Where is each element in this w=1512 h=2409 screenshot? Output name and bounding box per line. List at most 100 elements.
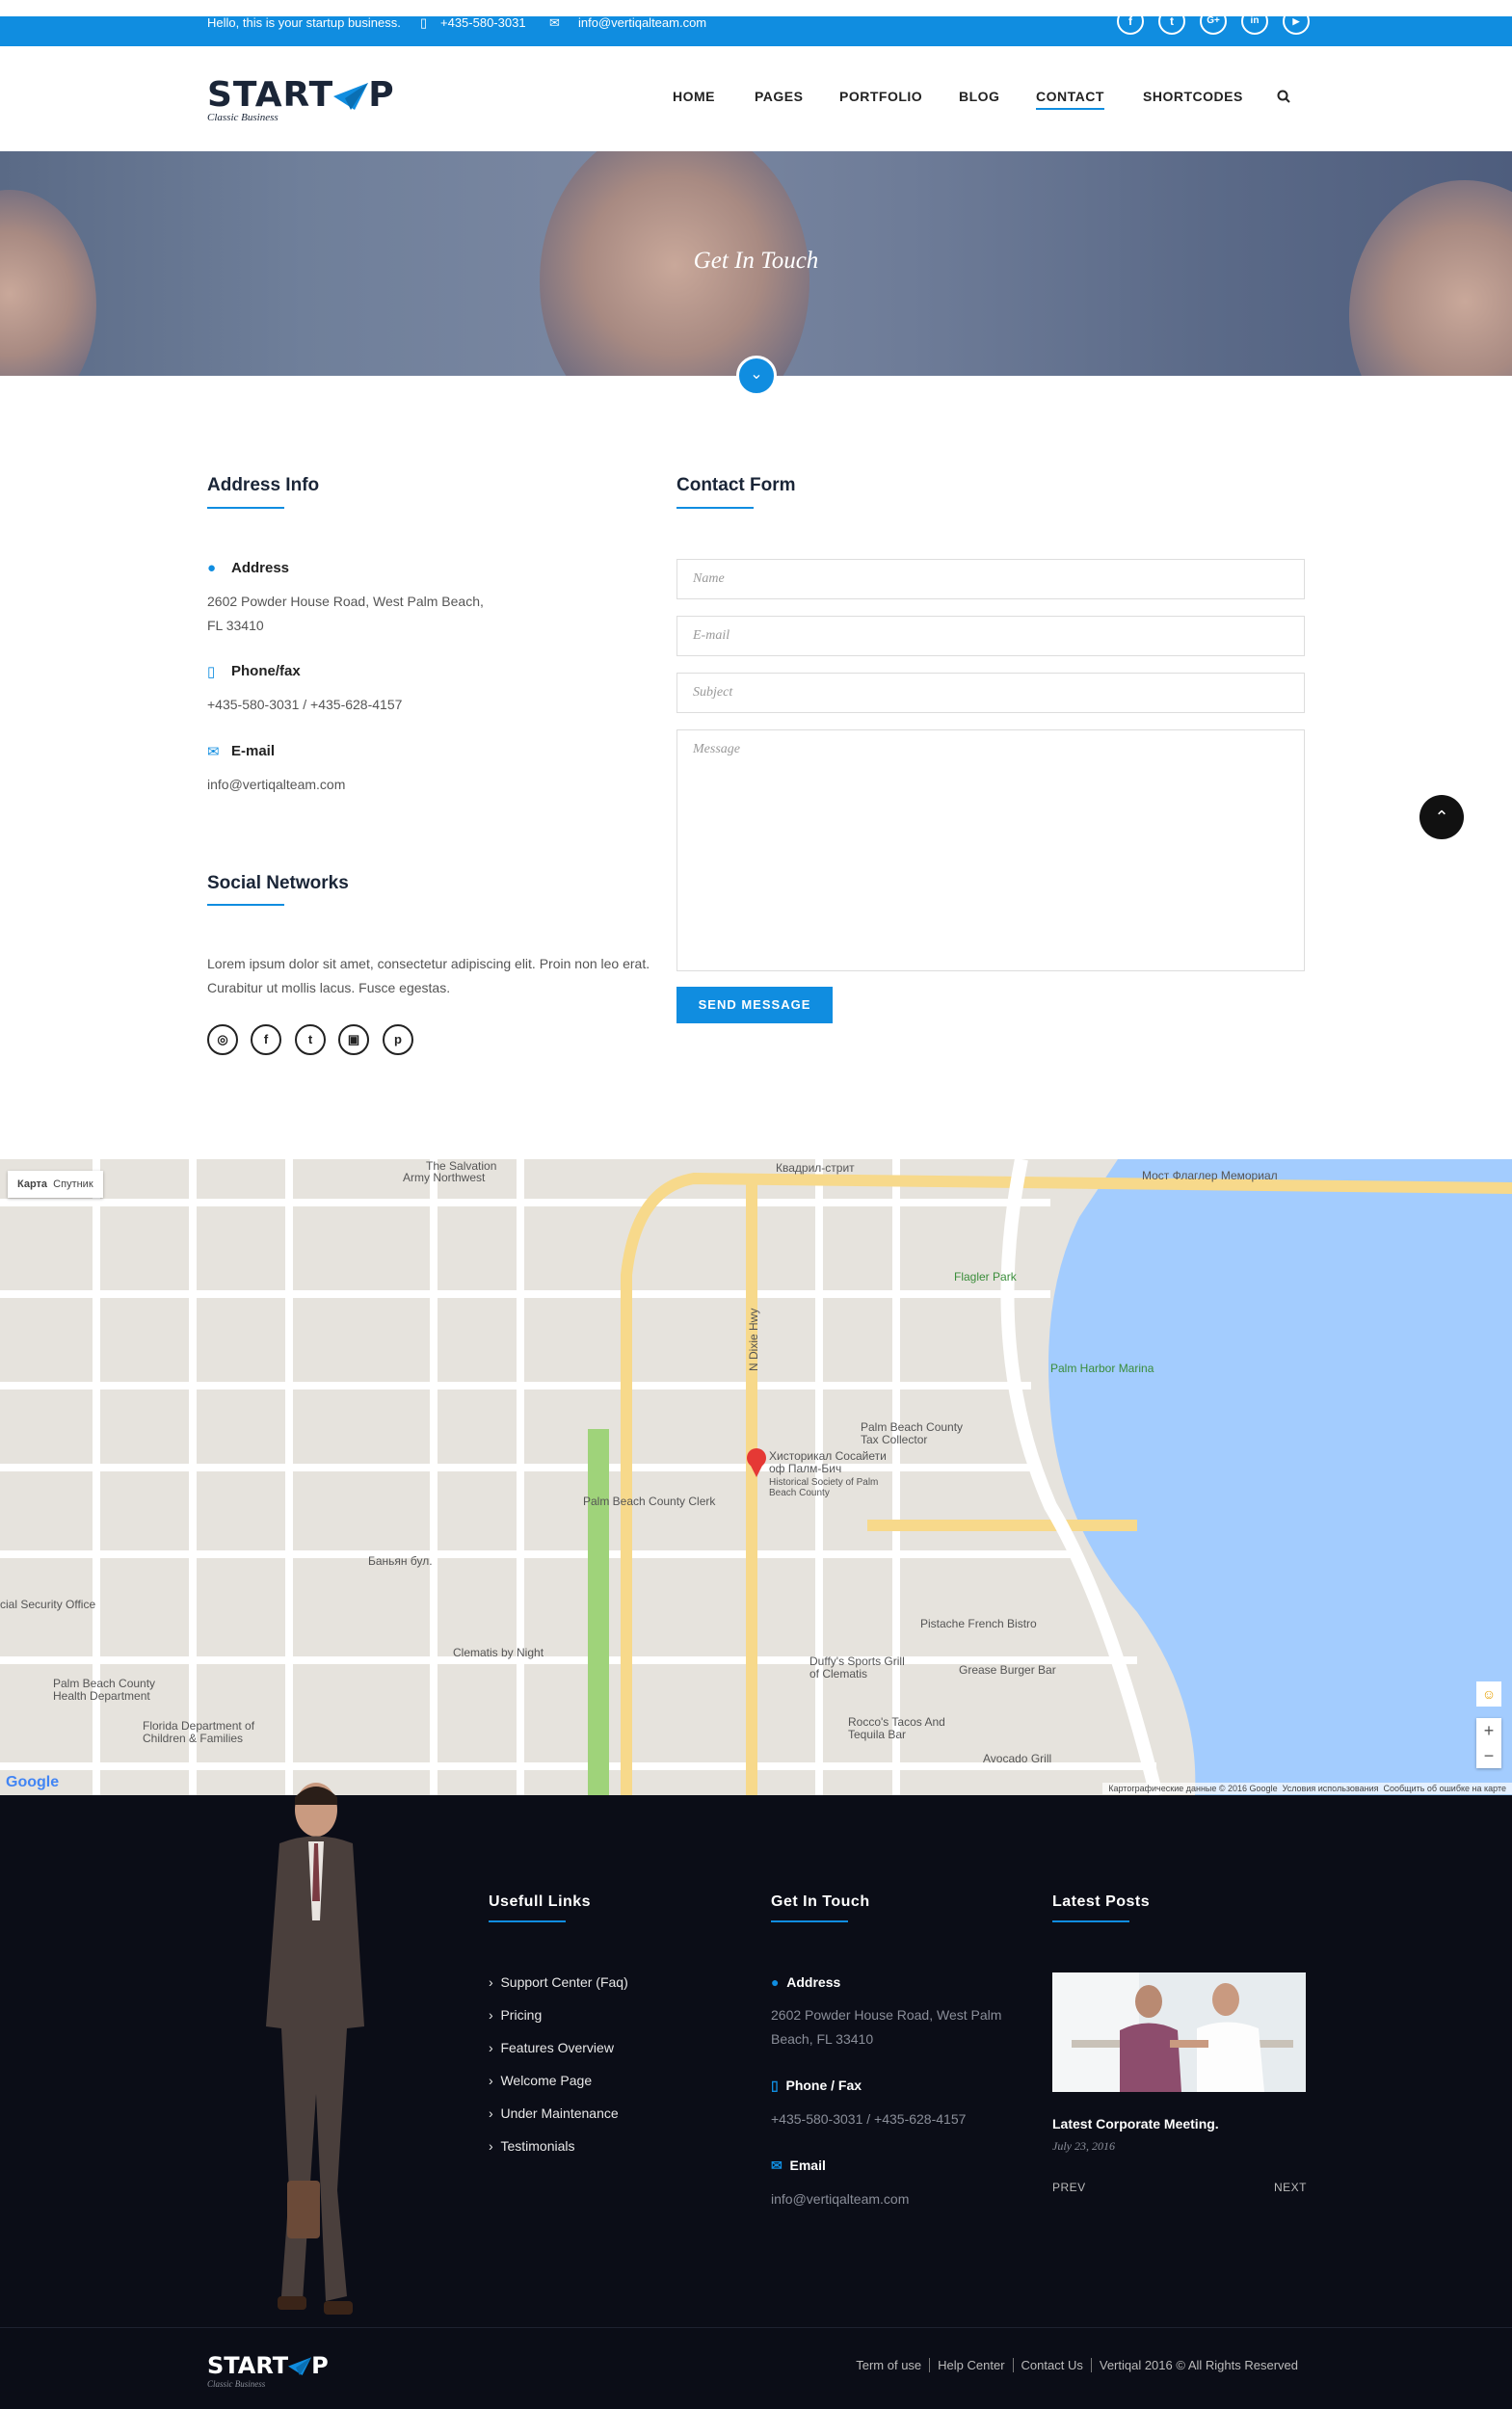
twitter-icon[interactable]: t [1158,8,1185,35]
footer-phone: +435-580-3031 / +435-628-4157 [771,2111,967,2127]
tagline: Hello, this is your startup business. [207,15,401,30]
footer-logo-word: START [207,2352,289,2379]
logo[interactable]: START P Classic Business [207,75,395,123]
footer-logo-tagline: Classic Business [207,2379,266,2389]
nav-shortcodes[interactable]: SHORTCODES [1143,89,1243,104]
footer-phone-label: ▯ Phone / Fax [771,2078,862,2094]
footer-address: 2602 Powder House Road, West Palm Beach,… [771,2007,1002,2047]
mail-icon: ✉ [771,2158,790,2173]
nav-blog[interactable]: BLOG [959,89,999,104]
social-networks-text: Lorem ipsum dolor sit amet, consectetur … [207,956,650,995]
logo-word-tail: P [368,75,395,115]
footer-link-label[interactable]: Features Overview [500,2040,613,2055]
footer-logo-word-tail: P [311,2352,329,2379]
footer-link[interactable]: › Testimonials [489,2138,574,2154]
map-terms-link[interactable]: Условия использования [1283,1784,1379,1793]
youtube-icon[interactable]: ▶ [1283,8,1310,35]
zoom-in-button[interactable]: + [1476,1718,1501,1743]
map-type-control[interactable]: Карта Спутник [8,1171,103,1198]
social-networks-title: Social Networks [207,873,349,893]
zoom-out-button[interactable]: − [1476,1743,1501,1768]
title-underline [207,507,284,509]
map-type-map[interactable]: Карта [17,1178,47,1190]
facebook-icon[interactable]: f [1117,8,1144,35]
search-icon[interactable] [1277,90,1290,103]
latest-post-title[interactable]: Latest Corporate Meeting. [1052,2116,1219,2131]
footer-address-label-text: Address [786,1974,841,1990]
map-label: Баньян бул. [368,1554,433,1568]
send-message-button[interactable]: SEND MESSAGE [676,987,833,1023]
phone-text: +435-580-3031 / +435-628-4157 [207,697,403,712]
chevron-right-icon: › [489,2105,501,2121]
header: START P Classic Business HOME PAGES PORTF… [0,46,1512,151]
chevron-right-icon: › [489,2007,501,2023]
footer-logo[interactable]: START P Classic Business [207,2352,329,2389]
hero-banner: Get In Touch [0,151,1512,376]
map-label: Pistache French Bistro [920,1617,1037,1630]
contact-form-title: Contact Form [676,475,796,495]
footer-link-label[interactable]: Under Maintenance [500,2105,618,2121]
map-label: Palm Beach County Health Department [53,1677,156,1703]
name-field[interactable]: Name [676,559,1305,599]
mail-icon: ✉ [549,15,560,30]
next-post-button[interactable]: NEXT [1274,2181,1307,2194]
nav-contact[interactable]: CONTACT [1036,89,1104,110]
footer-link-label[interactable]: Welcome Page [500,2073,592,2088]
email-label: E-mail [231,743,276,759]
chevron-right-icon: › [489,1974,501,1990]
back-to-top-button[interactable]: ⌃ [1419,795,1464,839]
footer-link-label[interactable]: Testimonials [500,2138,574,2154]
title-underline [771,1920,848,1922]
footer-email-label-text: Email [789,2158,826,2173]
paper-plane-icon [333,83,369,110]
chevron-right-icon: › [489,2040,501,2055]
top-email[interactable]: info@vertiqalteam.com [578,16,706,33]
pinterest-icon[interactable]: p [383,1024,413,1055]
map-canvas[interactable] [0,1159,1512,1795]
dribbble-icon[interactable]: ◎ [207,1024,238,1055]
nav-portfolio[interactable]: PORTFOLIO [839,89,922,104]
latest-post-image[interactable] [1052,1972,1306,2092]
map-type-satellite[interactable]: Спутник [53,1178,93,1190]
nav-pages[interactable]: PAGES [755,89,803,104]
footer-link-label[interactable]: Pricing [500,2007,542,2023]
instagram-icon[interactable]: ▣ [338,1024,369,1055]
map-label: Хисторикал Сосайети оф Палм-Бич [769,1449,887,1475]
title-underline [676,507,754,509]
map-attribution: Картографические данные © 2016 Google Ус… [1102,1783,1512,1794]
prev-post-button[interactable]: PREV [1052,2181,1086,2194]
scroll-down-button[interactable]: ⌄ [736,356,777,396]
email-field[interactable]: E-mail [676,616,1305,656]
facebook-icon[interactable]: f [251,1024,281,1055]
pegman-icon[interactable]: ☺ [1476,1681,1501,1707]
nav-home[interactable]: HOME [673,89,715,104]
email-text[interactable]: info@vertiqalteam.com [207,773,345,797]
help-center-link[interactable]: Help Center [929,2358,1013,2372]
copyright: Vertiqal 2016 © All Rights Reserved [1090,2358,1306,2372]
map[interactable]: Карта Спутник Мост Флаглер Мемориал Квад… [0,1159,1512,1795]
title-underline [1052,1920,1129,1922]
zoom-control[interactable]: + − [1476,1718,1501,1768]
footer-link[interactable]: › Pricing [489,2007,542,2023]
linkedin-icon[interactable]: in [1241,8,1268,35]
subject-field[interactable]: Subject [676,673,1305,713]
footer-link[interactable]: › Features Overview [489,2040,614,2055]
map-report-link[interactable]: Сообщить об ошибке на карте [1384,1784,1506,1793]
footer-link-label[interactable]: Support Center (Faq) [500,1974,627,1990]
logo-word: START [207,75,334,115]
footer-email[interactable]: info@vertiqalteam.com [771,2187,909,2211]
footer-touch-title: Get In Touch [771,1893,870,1910]
footer-links-title: Usefull Links [489,1893,592,1910]
google-plus-icon[interactable]: G+ [1200,8,1227,35]
term-of-use-link[interactable]: Term of use [848,2358,929,2372]
footer-link[interactable]: › Under Maintenance [489,2105,619,2121]
twitter-icon[interactable]: t [295,1024,326,1055]
message-field[interactable]: Message [676,729,1305,971]
map-label: Historical Society of Palm Beach County [769,1477,879,1498]
contact-us-link[interactable]: Contact Us [1012,2358,1091,2372]
footer-link[interactable]: › Support Center (Faq) [489,1974,628,1990]
footer-address-label: ● Address [771,1974,840,1990]
mail-icon: ✉ [207,744,220,760]
map-label: Avocado Grill [983,1752,1052,1765]
footer-link[interactable]: › Welcome Page [489,2073,592,2088]
